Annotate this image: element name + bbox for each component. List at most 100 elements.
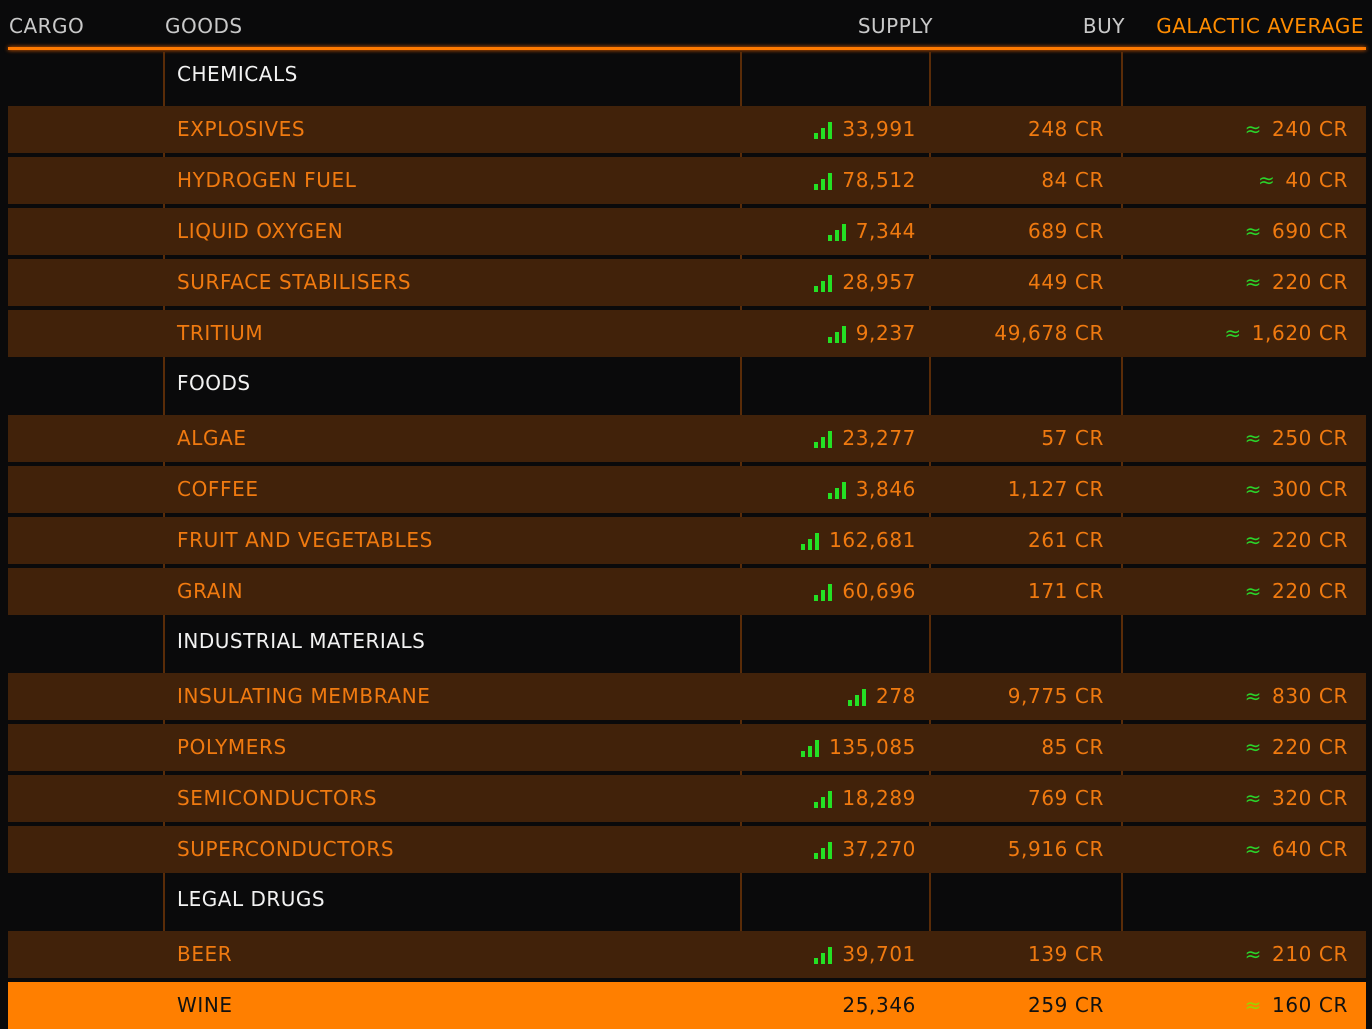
approx-icon: ≈ <box>1257 168 1276 192</box>
commodity-row[interactable]: FRUIT AND VEGETABLES 162,681 261 CR ≈220 CR <box>8 517 1366 564</box>
supply-cell: 39,701 <box>814 942 916 966</box>
galactic-average-price: 640 CR <box>1272 837 1348 861</box>
approx-icon: ≈ <box>1244 270 1262 294</box>
approx-icon: ≈ <box>1244 117 1262 141</box>
galactic-average-cell: ≈240 CR <box>1245 117 1348 141</box>
approx-icon: ≈ <box>1244 993 1262 1017</box>
galactic-average-cell: ≈300 CR <box>1245 477 1348 501</box>
commodity-name: TRITIUM <box>177 321 264 345</box>
buy-price: 259 CR <box>1028 993 1104 1017</box>
commodity-name: INSULATING MEMBRANE <box>177 684 431 708</box>
buy-price: 84 CR <box>1041 168 1104 192</box>
commodity-row[interactable]: GRAIN 60,696 171 CR ≈220 CR <box>8 568 1366 615</box>
supply-cell: 78,512 <box>814 168 916 192</box>
galactic-average-cell: ≈210 CR <box>1245 942 1348 966</box>
buy-price: 85 CR <box>1041 735 1104 759</box>
supply-value: 33,991 <box>842 117 916 141</box>
commodity-row[interactable]: EXPLOSIVES 33,991 248 CR ≈240 CR <box>8 106 1366 153</box>
commodity-name: BEER <box>177 942 233 966</box>
galactic-average-cell: ≈830 CR <box>1245 684 1348 708</box>
galactic-average-cell: ≈690 CR <box>1245 219 1348 243</box>
approx-icon: ≈ <box>1244 426 1262 450</box>
supply-bars-icon <box>801 530 820 550</box>
buy-price: 57 CR <box>1041 426 1104 450</box>
commodity-name: SUPERCONDUCTORS <box>177 837 395 861</box>
approx-icon: ≈ <box>1244 477 1262 501</box>
galactic-average-price: 250 CR <box>1272 426 1348 450</box>
supply-value: 37,270 <box>842 837 916 861</box>
supply-value: 78,512 <box>842 168 916 192</box>
galactic-average-price: 240 CR <box>1272 117 1348 141</box>
supply-cell: 278 <box>848 684 916 708</box>
commodity-name: EXPLOSIVES <box>177 117 306 141</box>
commodity-row[interactable]: HYDROGEN FUEL 78,512 84 CR ≈40 CR <box>8 157 1366 204</box>
commodity-row[interactable]: ALGAE 23,277 57 CR ≈250 CR <box>8 415 1366 462</box>
galactic-average-cell: ≈220 CR <box>1245 579 1348 603</box>
buy-price: 5,916 CR <box>1007 837 1104 861</box>
galactic-average-cell: ≈220 CR <box>1245 528 1348 552</box>
commodity-row[interactable]: LIQUID OXYGEN 7,344 689 CR ≈690 CR <box>8 208 1366 255</box>
supply-value: 3,846 <box>855 477 916 501</box>
galactic-average-cell: ≈160 CR <box>1245 993 1348 1017</box>
supply-bars-icon <box>827 221 846 241</box>
buy-price: 261 CR <box>1028 528 1104 552</box>
supply-cell: 135,085 <box>801 735 916 759</box>
supply-value: 23,277 <box>842 426 916 450</box>
commodity-name: ALGAE <box>177 426 247 450</box>
galactic-average-cell: ≈220 CR <box>1245 735 1348 759</box>
supply-cell: 33,991 <box>814 117 916 141</box>
supply-value: 278 <box>876 684 916 708</box>
supply-value: 9,237 <box>855 321 916 345</box>
supply-cell: 9,237 <box>827 321 916 345</box>
commodity-row-selected[interactable]: WINE 25,346 259 CR ≈160 CR <box>8 982 1366 1029</box>
supply-value: 60,696 <box>842 579 916 603</box>
buy-price: 689 CR <box>1028 219 1104 243</box>
approx-icon: ≈ <box>1244 735 1262 759</box>
commodity-row[interactable]: INSULATING MEMBRANE 278 9,775 CR ≈830 CR <box>8 673 1366 720</box>
supply-bars-icon <box>814 428 833 448</box>
commodity-name: SURFACE STABILISERS <box>177 270 412 294</box>
market-table: CHEMICALS EXPLOSIVES 33,991 248 CR ≈240 CR HY… <box>0 0 1372 1029</box>
commodity-row[interactable]: SEMICONDUCTORS 18,289 769 CR ≈320 CR <box>8 775 1366 822</box>
supply-cell: 23,277 <box>814 426 916 450</box>
supply-bars-icon <box>814 170 833 190</box>
galactic-average-price: 830 CR <box>1272 684 1348 708</box>
approx-icon: ≈ <box>1244 942 1262 966</box>
approx-icon: ≈ <box>1244 219 1262 243</box>
commodity-row[interactable]: SURFACE STABILISERS 28,957 449 CR ≈220 CR <box>8 259 1366 306</box>
galactic-average-price: 220 CR <box>1272 579 1348 603</box>
commodity-row[interactable]: TRITIUM 9,237 49,678 CR ≈1,620 CR <box>8 310 1366 357</box>
buy-price: 1,127 CR <box>1007 477 1104 501</box>
commodity-name: COFFEE <box>177 477 259 501</box>
commodity-row[interactable]: BEER 39,701 139 CR ≈210 CR <box>8 931 1366 978</box>
galactic-average-cell: ≈40 CR <box>1258 168 1348 192</box>
commodity-name: FRUIT AND VEGETABLES <box>177 528 433 552</box>
commodity-row[interactable]: SUPERCONDUCTORS 37,270 5,916 CR ≈640 CR <box>8 826 1366 873</box>
supply-value: 135,085 <box>829 735 916 759</box>
commodity-name: SEMICONDUCTORS <box>177 786 378 810</box>
supply-bars-icon <box>801 737 820 757</box>
galactic-average-price: 300 CR <box>1272 477 1348 501</box>
buy-price: 139 CR <box>1028 942 1104 966</box>
commodity-name: WINE <box>177 993 233 1017</box>
commodity-row[interactable]: COFFEE 3,846 1,127 CR ≈300 CR <box>8 466 1366 513</box>
galactic-average-price: 220 CR <box>1272 735 1348 759</box>
supply-cell: 162,681 <box>801 528 916 552</box>
supply-bars-icon <box>827 479 846 499</box>
galactic-average-price: 320 CR <box>1272 786 1348 810</box>
supply-bars-icon <box>814 944 833 964</box>
galactic-average-price: 210 CR <box>1272 942 1348 966</box>
supply-value: 18,289 <box>842 786 916 810</box>
supply-cell: 28,957 <box>814 270 916 294</box>
category-label: CHEMICALS <box>177 62 298 86</box>
supply-cell: 7,344 <box>827 219 916 243</box>
supply-cell: 25,346 <box>842 993 916 1017</box>
commodity-row[interactable]: POLYMERS 135,085 85 CR ≈220 CR <box>8 724 1366 771</box>
galactic-average-price: 160 CR <box>1272 993 1348 1017</box>
buy-price: 9,775 CR <box>1007 684 1104 708</box>
commodity-name: LIQUID OXYGEN <box>177 219 344 243</box>
buy-price: 248 CR <box>1028 117 1104 141</box>
galactic-average-price: 40 CR <box>1285 168 1348 192</box>
approx-icon: ≈ <box>1224 321 1242 345</box>
supply-cell: 18,289 <box>814 786 916 810</box>
